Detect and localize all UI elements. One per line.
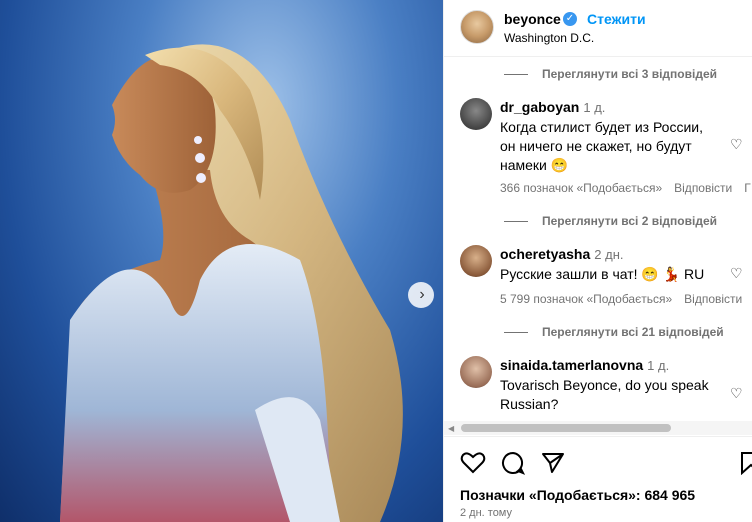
- heart-icon[interactable]: ♡: [730, 136, 743, 153]
- view-replies-label: Переглянути всі 21 відповідей: [542, 325, 724, 339]
- scrollbar-thumb[interactable]: [461, 424, 671, 432]
- post-viewer: › beyonce ✓ Стежити Washington D.C. Пере…: [0, 0, 752, 522]
- comment-avatar[interactable]: [460, 356, 492, 388]
- comment-meta: 5 799 позначок «Подобається» Відповісти: [500, 292, 752, 306]
- view-replies-label: Переглянути всі 3 відповідей: [542, 67, 717, 81]
- verified-badge-icon: ✓: [563, 12, 577, 26]
- view-replies-button[interactable]: Переглянути всі 21 відповідей: [504, 325, 724, 339]
- post-location[interactable]: Washington D.C.: [504, 31, 594, 45]
- post-side-panel: beyonce ✓ Стежити Washington D.C. Перегл…: [443, 0, 752, 522]
- comment-time: 1 д.: [647, 358, 670, 373]
- reply-button[interactable]: Відповісти: [674, 181, 732, 195]
- likes-count[interactable]: Позначки «Подобається»: 684 965: [460, 487, 695, 503]
- follow-button[interactable]: Стежити: [587, 11, 646, 27]
- comment-time: 2 дн.: [594, 247, 624, 262]
- view-replies-label: Переглянути всі 2 відповідей: [542, 214, 717, 228]
- post-header: beyonce ✓ Стежити Washington D.C.: [444, 0, 752, 57]
- comment-avatar[interactable]: [460, 245, 492, 277]
- chevron-right-icon: ›: [419, 286, 425, 303]
- divider: [504, 332, 528, 334]
- share-icon[interactable]: [541, 451, 565, 475]
- comment-text: Tovarisch Beyonce, do you speak Russian?: [500, 377, 709, 412]
- divider: [504, 74, 528, 76]
- comment-avatar[interactable]: [460, 98, 492, 130]
- comment-text: Русские зашли в чат! 😁 💃 RU: [500, 266, 705, 282]
- heart-icon[interactable]: ♡: [730, 385, 743, 402]
- comment-username[interactable]: sinaida.tamerlanovna 1 д.: [500, 357, 669, 373]
- author-username[interactable]: beyonce: [504, 11, 561, 27]
- comment-time: 1 д.: [583, 100, 606, 115]
- post-time: 2 дн. тому: [460, 507, 512, 519]
- comment-meta: 366 позначок «Подобається» Відповісти Г: [500, 181, 752, 195]
- singer-image: [60, 44, 403, 522]
- post-actions: Позначки «Подобається»: 684 965 2 дн. то…: [444, 436, 752, 522]
- more-icon[interactable]: Г: [744, 181, 751, 195]
- scroll-left-icon[interactable]: ◀: [448, 424, 454, 433]
- divider: [504, 221, 528, 223]
- comment-text: Когда стилист будет из России, он ничего…: [500, 119, 703, 173]
- comment-likes[interactable]: 366 позначок «Подобається»: [500, 181, 662, 195]
- heart-icon[interactable]: [460, 451, 486, 475]
- view-replies-button[interactable]: Переглянути всі 3 відповідей: [504, 67, 717, 81]
- post-photo: ›: [0, 0, 443, 522]
- comment-username[interactable]: ocheretyasha 2 дн.: [500, 246, 624, 262]
- heart-icon[interactable]: ♡: [730, 265, 743, 282]
- comment-icon[interactable]: [501, 451, 525, 475]
- reply-button[interactable]: Відповісти: [684, 292, 742, 306]
- view-replies-button[interactable]: Переглянути всі 2 відповідей: [504, 214, 717, 228]
- horizontal-scrollbar[interactable]: ◀: [444, 421, 752, 435]
- next-image-button[interactable]: ›: [408, 282, 434, 308]
- comment-likes[interactable]: 5 799 позначок «Подобається»: [500, 292, 672, 306]
- bookmark-icon[interactable]: [740, 451, 752, 475]
- author-avatar[interactable]: [460, 10, 494, 44]
- comment-username[interactable]: dr_gaboyan 1 д.: [500, 99, 605, 115]
